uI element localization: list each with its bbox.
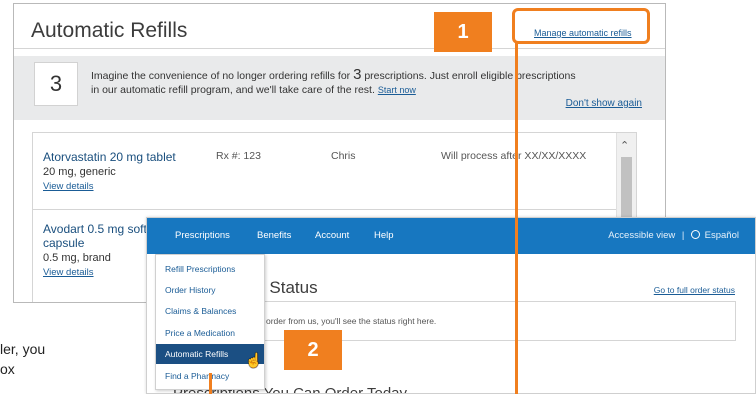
nav-separator: |	[681, 230, 685, 241]
menu-item-order-history[interactable]: Order History	[156, 280, 264, 300]
rx-dose: 0.5 mg, brand	[43, 252, 111, 264]
refills-title: Automatic Refills	[31, 19, 188, 42]
rx-name: Atorvastatin 20 mg tablet	[43, 150, 176, 164]
nav-benefits[interactable]: Benefits	[257, 230, 291, 241]
rx-name-line2: capsule	[43, 236, 85, 250]
rx-status: Will process after XX/XX/XXXX	[441, 150, 587, 162]
highlight-box	[512, 8, 650, 44]
dont-show-again-link[interactable]: Don't show again	[566, 98, 642, 109]
rx-name: Avodart 0.5 mg soft	[43, 222, 147, 236]
accessible-view-link[interactable]: Accessible view	[608, 230, 675, 241]
globe-icon	[691, 230, 701, 239]
nav-utilities: Accessible view | Español	[608, 230, 739, 241]
language-link[interactable]: Español	[705, 230, 739, 241]
rx-number: Rx #: 123	[216, 150, 261, 162]
promo-text-before: Imagine the convenience of no longer ord…	[91, 70, 354, 82]
navigation-panel: Prescriptions Benefits Account Help Acce…	[146, 217, 756, 394]
rx-person: Chris	[331, 150, 356, 162]
nav-prescriptions[interactable]: Prescriptions	[175, 230, 230, 241]
menu-item-refill-prescriptions[interactable]: Refill Prescriptions	[156, 259, 264, 279]
menu-item-claims-balances[interactable]: Claims & Balances	[156, 301, 264, 321]
rx-dose: 20 mg, generic	[43, 166, 116, 178]
start-now-link[interactable]: Start now	[378, 85, 416, 95]
callout-connector-line	[209, 373, 212, 394]
callout-badge-2: 2	[284, 330, 342, 370]
nav-account[interactable]: Account	[315, 230, 349, 241]
callout-badge-1: 1	[434, 12, 492, 52]
chevron-up-icon[interactable]: ⌃	[620, 139, 629, 152]
promo-text: Imagine the convenience of no longer ord…	[91, 67, 581, 97]
promo-count-badge: 3	[34, 62, 78, 106]
menu-item-price-medication[interactable]: Price a Medication	[156, 323, 264, 343]
full-order-status-link[interactable]: Go to full order status	[654, 285, 735, 295]
view-details-link[interactable]: View details	[43, 267, 94, 278]
callout-connector-line	[515, 42, 518, 394]
list-item: Atorvastatin 20 mg tablet 20 mg, generic…	[33, 133, 618, 209]
nav-help[interactable]: Help	[374, 230, 394, 241]
top-nav-bar: Prescriptions Benefits Account Help Acce…	[147, 218, 755, 254]
prescriptions-dropdown-menu: Refill Prescriptions Order History Claim…	[155, 254, 265, 390]
partial-text-line: ler, you	[0, 341, 46, 357]
hand-pointer-icon: ☝	[245, 352, 263, 368]
order-status-title: r Status	[259, 278, 318, 297]
promo-banner: 3 Imagine the convenience of no longer o…	[14, 56, 665, 120]
title-divider	[14, 48, 665, 49]
partial-text-line: ox	[0, 361, 15, 377]
view-details-link[interactable]: View details	[43, 181, 94, 192]
partial-background-text: ler, you ox	[0, 339, 45, 379]
order-status-text: order from us, you'll see the status rig…	[266, 316, 437, 326]
